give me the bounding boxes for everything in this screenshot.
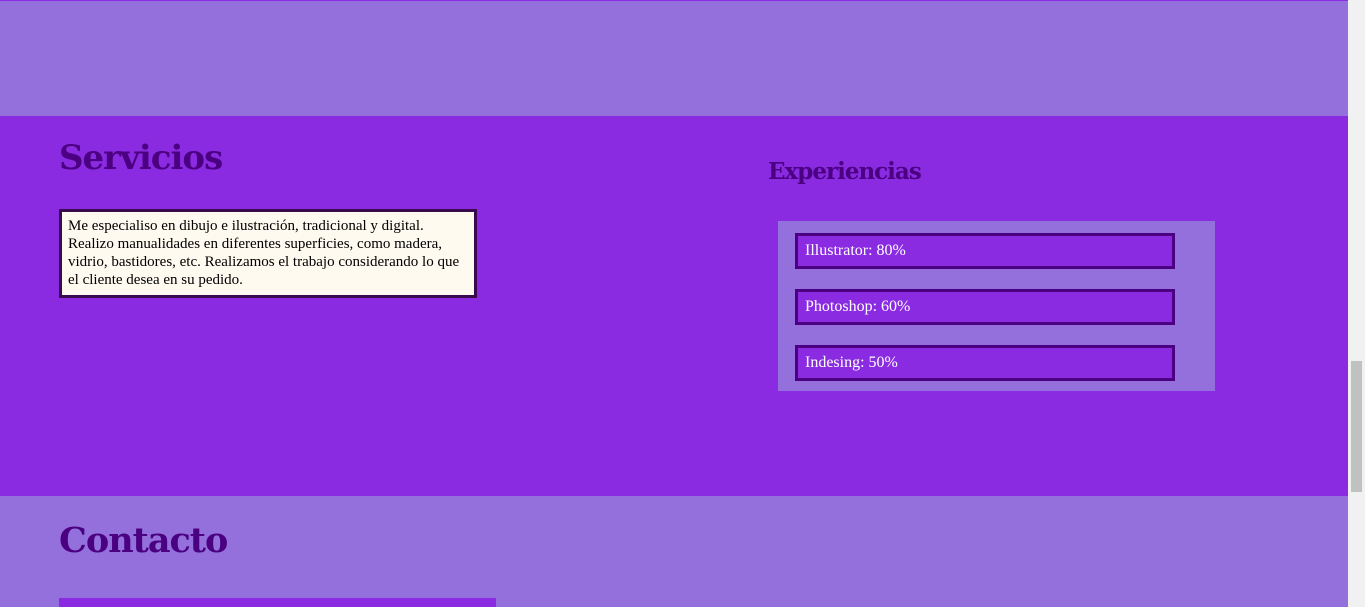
experiencias-panel: Illustrator: 80% Photoshop: 60% Indesing… [778, 221, 1215, 391]
experience-item-illustrator: Illustrator: 80% [795, 233, 1175, 269]
contacto-title: Contacto [59, 520, 228, 561]
experience-item-indesign: Indesing: 50% [795, 345, 1175, 381]
contacto-section: Contacto [0, 496, 1348, 607]
top-section [0, 0, 1348, 116]
experiencias-title: Experiencias [768, 158, 922, 185]
experience-item-photoshop: Photoshop: 60% [795, 289, 1175, 325]
vertical-scrollbar[interactable] [1348, 0, 1365, 607]
servicios-title: Servicios [59, 138, 223, 178]
scrollbar-thumb[interactable] [1351, 361, 1362, 492]
servicios-description: Me especialiso en dibujo e ilustración, … [59, 209, 477, 298]
servicios-section: Servicios Me especialiso en dibujo e ilu… [0, 116, 1348, 496]
page: Servicios Me especialiso en dibujo e ilu… [0, 0, 1365, 607]
contact-form-top [59, 598, 496, 607]
